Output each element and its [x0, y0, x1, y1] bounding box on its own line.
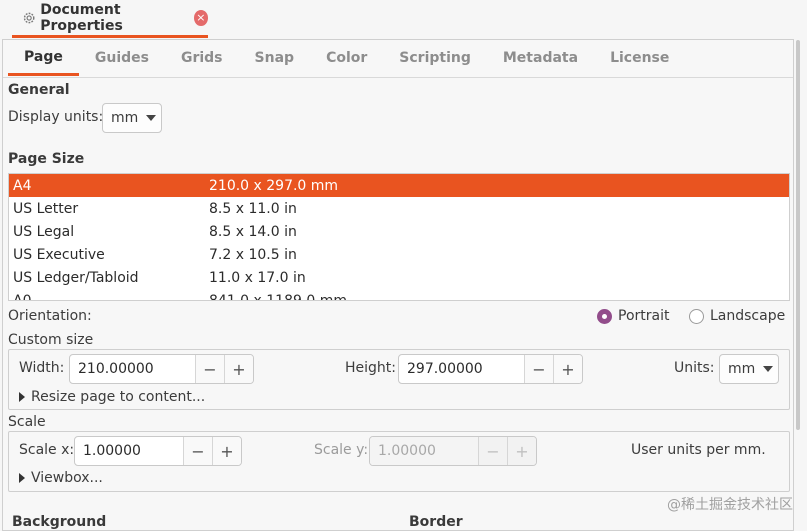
tab-page[interactable]: Page [8, 40, 79, 76]
custom-size-legend: Custom size [8, 332, 94, 348]
vertical-scrollbar[interactable] [796, 40, 800, 430]
list-item[interactable]: US Letter 8.5 x 11.0 in [9, 197, 789, 220]
window-title: Document Properties [40, 1, 123, 34]
width-decrement-button[interactable]: − [195, 355, 224, 383]
page-size-name: US Executive [13, 246, 105, 263]
tab-license[interactable]: License [594, 40, 685, 76]
scale-x-label: Scale x: [19, 442, 75, 458]
scale-x-decrement-button[interactable]: − [183, 437, 212, 465]
tab-divider [3, 77, 793, 78]
user-units-note: User units per mm. [631, 442, 766, 458]
viewbox-label: Viewbox... [31, 470, 103, 486]
watermark: @稀土掘金技术社区 [667, 497, 793, 513]
units-dropdown[interactable]: mm [719, 354, 779, 384]
height-input[interactable]: 297.00000 [399, 355, 524, 383]
chevron-down-icon [763, 366, 774, 372]
tab-scripting[interactable]: Scripting [383, 40, 487, 76]
scale-x-increment-button[interactable]: + [212, 437, 241, 465]
scale-y-increment-button: + [507, 437, 536, 465]
scale-x-input[interactable]: 1.00000 [75, 437, 183, 465]
viewbox-expander[interactable]: Viewbox... [19, 470, 103, 486]
resize-page-expander[interactable]: Resize page to content... [19, 389, 205, 405]
general-heading: General [8, 82, 70, 98]
orientation-label: Orientation: [8, 308, 92, 324]
list-item[interactable]: A4 210.0 x 297.0 mm [9, 174, 789, 197]
portrait-label: Portrait [618, 308, 670, 324]
width-increment-button[interactable]: + [224, 355, 253, 383]
display-units-label: Display units: [8, 109, 104, 125]
list-item[interactable]: US Executive 7.2 x 10.5 in [9, 243, 789, 266]
notebook-tabs: Page Guides Grids Snap Color Scripting M… [8, 40, 685, 76]
list-item[interactable]: US Ledger/Tabloid 11.0 x 17.0 in [9, 266, 789, 289]
scale-legend: Scale [8, 414, 46, 430]
radio-checked-icon [597, 308, 612, 324]
height-spinbox[interactable]: 297.00000 − + [398, 354, 583, 384]
width-spinbox[interactable]: 210.00000 − + [69, 354, 254, 384]
page-size-name: US Ledger/Tabloid [13, 269, 139, 286]
page-size-name: A0 [13, 292, 32, 301]
scale-y-spinbox: 1.00000 − + [369, 436, 537, 466]
scale-y-decrement-button: − [478, 437, 507, 465]
tab-guides[interactable]: Guides [79, 40, 165, 76]
page-size-dimensions: 11.0 x 17.0 in [209, 269, 306, 286]
display-units-dropdown[interactable]: mm [102, 103, 162, 133]
page-size-name: US Legal [13, 223, 75, 240]
gear-icon [23, 12, 35, 23]
chevron-down-icon [146, 115, 157, 121]
page-size-dimensions: 841.0 x 1189.0 mm [209, 292, 347, 301]
landscape-radio[interactable]: Landscape [689, 308, 785, 324]
display-units-value: mm [111, 110, 139, 126]
width-input[interactable]: 210.00000 [70, 355, 195, 383]
height-decrement-button[interactable]: − [524, 355, 553, 383]
tab-grids[interactable]: Grids [165, 40, 239, 76]
page-size-name: US Letter [13, 200, 79, 217]
close-tab-button[interactable]: × [193, 9, 208, 26]
scale-y-input: 1.00000 [370, 437, 478, 465]
page-size-name: A4 [13, 177, 32, 194]
list-item[interactable]: US Legal 8.5 x 14.0 in [9, 220, 789, 243]
triangle-right-icon [19, 473, 25, 483]
radio-unchecked-icon [689, 308, 704, 324]
page-size-dimensions: 8.5 x 11.0 in [209, 200, 297, 217]
triangle-right-icon [19, 392, 25, 402]
background-heading: Background [12, 514, 107, 530]
scale-x-spinbox[interactable]: 1.00000 − + [74, 436, 242, 466]
tab-snap[interactable]: Snap [239, 40, 311, 76]
resize-page-label: Resize page to content... [31, 389, 206, 405]
close-icon: × [196, 11, 206, 24]
page-size-list[interactable]: A4 210.0 x 297.0 mm US Letter 8.5 x 11.0 i… [8, 173, 790, 301]
tab-metadata[interactable]: Metadata [487, 40, 594, 76]
page-size-heading: Page Size [8, 151, 85, 167]
landscape-label: Landscape [710, 308, 786, 324]
border-heading: Border [409, 514, 463, 530]
height-label: Height: [345, 360, 396, 376]
units-value: mm [728, 361, 756, 377]
units-label: Units: [674, 360, 715, 376]
page-size-dimensions: 7.2 x 10.5 in [209, 246, 297, 263]
page-size-dimensions: 8.5 x 14.0 in [209, 223, 297, 240]
page-size-dimensions: 210.0 x 297.0 mm [209, 177, 339, 194]
document-properties-tab[interactable]: Document Properties × [12, 0, 208, 38]
scale-y-label: Scale y: [314, 442, 369, 458]
portrait-radio[interactable]: Portrait [597, 308, 669, 324]
height-increment-button[interactable]: + [553, 355, 582, 383]
tab-color[interactable]: Color [310, 40, 383, 76]
list-item[interactable]: A0 841.0 x 1189.0 mm [9, 289, 789, 301]
width-label: Width: [19, 360, 65, 376]
